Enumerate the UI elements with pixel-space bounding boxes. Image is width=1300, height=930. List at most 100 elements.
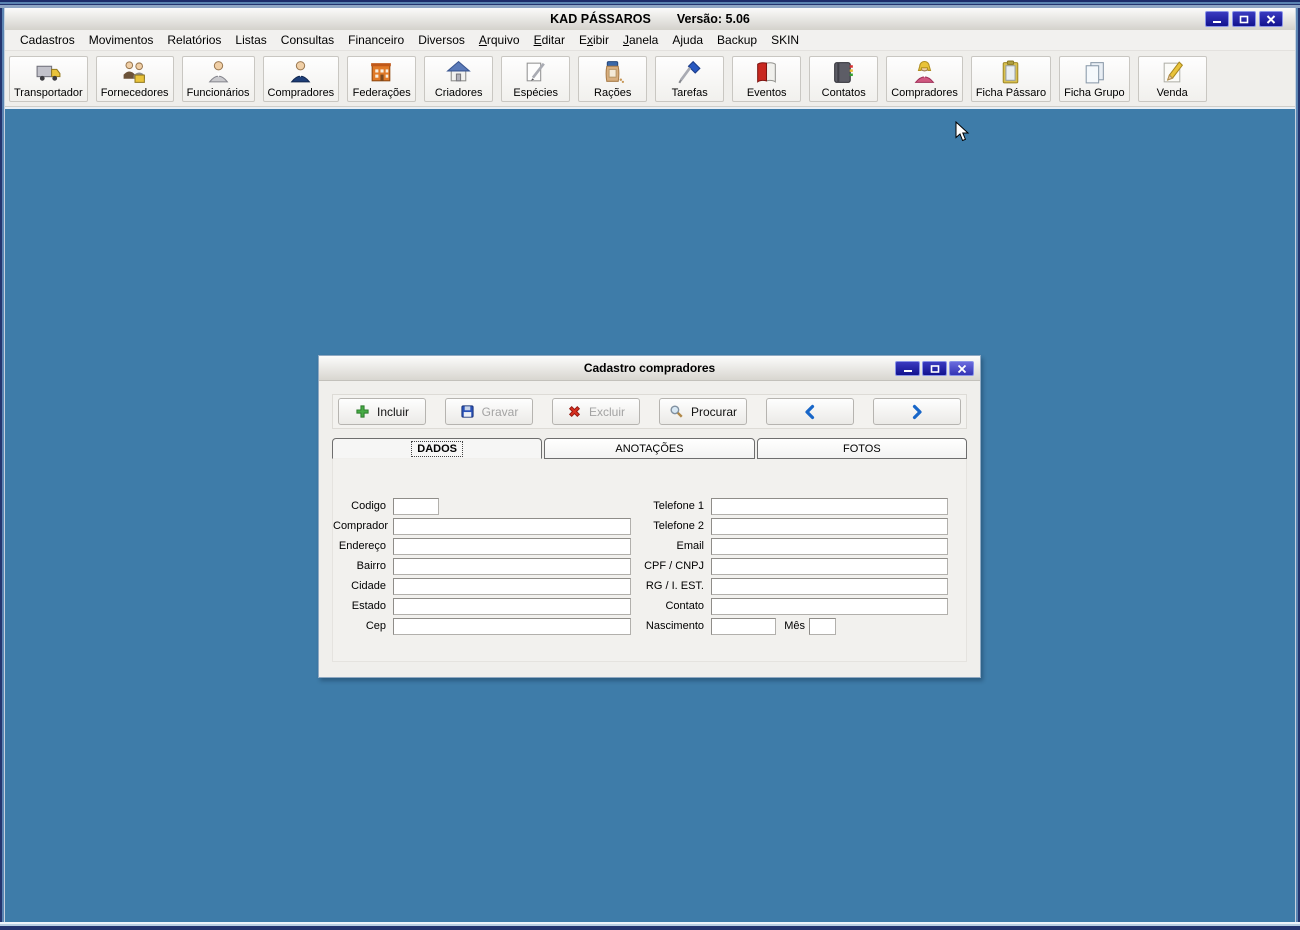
window-border-top — [0, 0, 1300, 8]
maximize-icon — [1239, 15, 1249, 24]
toolbar-label: Compradores — [891, 86, 958, 99]
title-bar: KAD PÁSSAROS Versão: 5.06 — [5, 8, 1295, 30]
cep-label: Cep — [365, 620, 386, 632]
window-border-bottom — [0, 922, 1300, 930]
menu-cadastros[interactable]: Cadastros — [13, 30, 82, 50]
menu-bar: Cadastros Movimentos Relatórios Listas C… — [5, 30, 1295, 51]
cidade-field[interactable] — [393, 577, 631, 595]
menu-editar[interactable]: Editar — [527, 30, 572, 50]
truck-icon — [35, 59, 62, 86]
clipboard-icon — [997, 59, 1024, 86]
menu-financeiro[interactable]: Financeiro — [341, 30, 411, 50]
menu-relatorios[interactable]: Relatórios — [160, 30, 228, 50]
telefone2-field[interactable] — [711, 517, 948, 535]
rg-iest-field[interactable] — [711, 577, 948, 595]
incluir-button[interactable]: Incluir — [338, 398, 426, 425]
toolbar-especies[interactable]: Espécies — [501, 55, 571, 102]
procurar-label: Procurar — [690, 404, 737, 419]
toolbar-label: Funcionários — [186, 86, 250, 99]
previous-record-button[interactable] — [766, 398, 854, 425]
screwdriver-icon — [676, 59, 703, 86]
estado-field[interactable] — [393, 597, 631, 615]
telefone1-label: Telefone 1 — [653, 500, 704, 512]
comprador-label: Comprador — [333, 520, 389, 532]
menu-movimentos[interactable]: Movimentos — [82, 30, 161, 50]
close-icon — [1266, 14, 1276, 24]
menu-exibir[interactable]: Exibir — [572, 30, 616, 50]
red-book-icon — [753, 59, 780, 86]
toolbar-eventos[interactable]: Eventos — [732, 55, 802, 102]
toolbar-compradores[interactable]: Compradores — [262, 55, 340, 102]
toolbar-ficha-passaro[interactable]: Ficha Pássaro — [970, 55, 1052, 102]
toolbar-label: Venda — [1156, 86, 1188, 99]
tab-anotacoes[interactable]: ANOTAÇÕES — [544, 438, 755, 459]
toolbar-label: Contatos — [821, 86, 866, 99]
house-icon — [445, 59, 472, 86]
nascimento-label: Nascimento — [645, 620, 704, 632]
toolbar-fornecedores[interactable]: Fornecedores — [95, 55, 174, 102]
telefone1-field[interactable] — [711, 497, 948, 515]
tab-dados[interactable]: DADOS — [332, 438, 543, 459]
menu-consultas[interactable]: Consultas — [274, 30, 341, 50]
comprador-field[interactable] — [393, 517, 631, 535]
toolbar-transportador[interactable]: Transportador — [9, 55, 88, 102]
close-button[interactable] — [1259, 11, 1283, 27]
app-version: Versão: 5.06 — [676, 12, 750, 26]
dialog-title: Cadastro compradores — [583, 361, 716, 375]
documents-icon — [1081, 59, 1108, 86]
dialog-maximize-button[interactable] — [922, 361, 947, 376]
red-x-icon — [567, 404, 582, 419]
toolbar-venda[interactable]: Venda — [1137, 55, 1207, 102]
toolbar-label: Fornecedores — [100, 86, 169, 99]
rg-iest-label: RG / I. EST. — [645, 580, 704, 592]
toolbar-label: Compradores — [267, 86, 335, 99]
maximize-button[interactable] — [1232, 11, 1256, 27]
excluir-label: Excluir — [588, 404, 625, 419]
email-field[interactable] — [711, 537, 948, 555]
toolbar-compradores-2[interactable]: Compradores — [886, 55, 963, 102]
menu-diversos[interactable]: Diversos — [411, 30, 472, 50]
bairro-field[interactable] — [393, 557, 631, 575]
menu-backup[interactable]: Backup — [710, 30, 764, 50]
dialog-button-bar: Incluir Gravar Excluir Procurar — [332, 394, 967, 429]
endereco-field[interactable] — [393, 537, 631, 555]
toolbar-federacoes[interactable]: Federações — [347, 55, 417, 102]
incluir-label: Incluir — [376, 404, 409, 419]
toolbar-tarefas[interactable]: Tarefas — [655, 55, 725, 102]
menu-listas[interactable]: Listas — [228, 30, 273, 50]
cpf-cnpj-field[interactable] — [711, 557, 948, 575]
excluir-button[interactable]: Excluir — [552, 398, 640, 425]
dialog-title-bar[interactable]: Cadastro compradores — [319, 356, 980, 381]
feed-jar-icon — [599, 59, 626, 86]
menu-ajuda[interactable]: Ajuda — [665, 30, 710, 50]
gravar-button[interactable]: Gravar — [445, 398, 533, 425]
toolbar-contatos[interactable]: Contatos — [809, 55, 879, 102]
chevron-left-icon — [802, 404, 818, 420]
app-title: KAD PÁSSAROS — [550, 12, 651, 26]
toolbar-label: Tarefas — [671, 86, 708, 99]
plus-icon — [355, 404, 370, 419]
toolbar-funcionarios[interactable]: Funcionários — [181, 55, 255, 102]
tab-fotos[interactable]: FOTOS — [756, 438, 967, 459]
application-window: KAD PÁSSAROS Versão: 5.06 Cadastros Movi… — [0, 0, 1300, 930]
procurar-button[interactable]: Procurar — [659, 398, 747, 425]
minimize-button[interactable] — [1205, 11, 1229, 27]
maximize-icon — [930, 362, 940, 376]
menu-janela[interactable]: Janela — [616, 30, 665, 50]
mes-field[interactable] — [809, 617, 836, 635]
mdi-client-area: Cadastro compradores Incluir Gravar Excl… — [5, 107, 1295, 922]
menu-skin[interactable]: SKIN — [764, 30, 806, 50]
contato-field[interactable] — [711, 597, 948, 615]
next-record-button[interactable] — [873, 398, 961, 425]
toolbar-ficha-grupo[interactable]: Ficha Grupo — [1059, 55, 1130, 102]
cidade-label: Cidade — [351, 580, 386, 592]
dialog-close-button[interactable] — [949, 361, 974, 376]
codigo-field[interactable] — [393, 497, 439, 515]
toolbar-criadores[interactable]: Criadores — [424, 55, 494, 102]
paper-pencil-icon — [522, 59, 549, 86]
dialog-minimize-button[interactable] — [895, 361, 920, 376]
nascimento-field[interactable] — [711, 617, 776, 635]
cep-field[interactable] — [393, 617, 631, 635]
menu-arquivo[interactable]: Arquivo — [472, 30, 527, 50]
toolbar-racoes[interactable]: Rações — [578, 55, 648, 102]
